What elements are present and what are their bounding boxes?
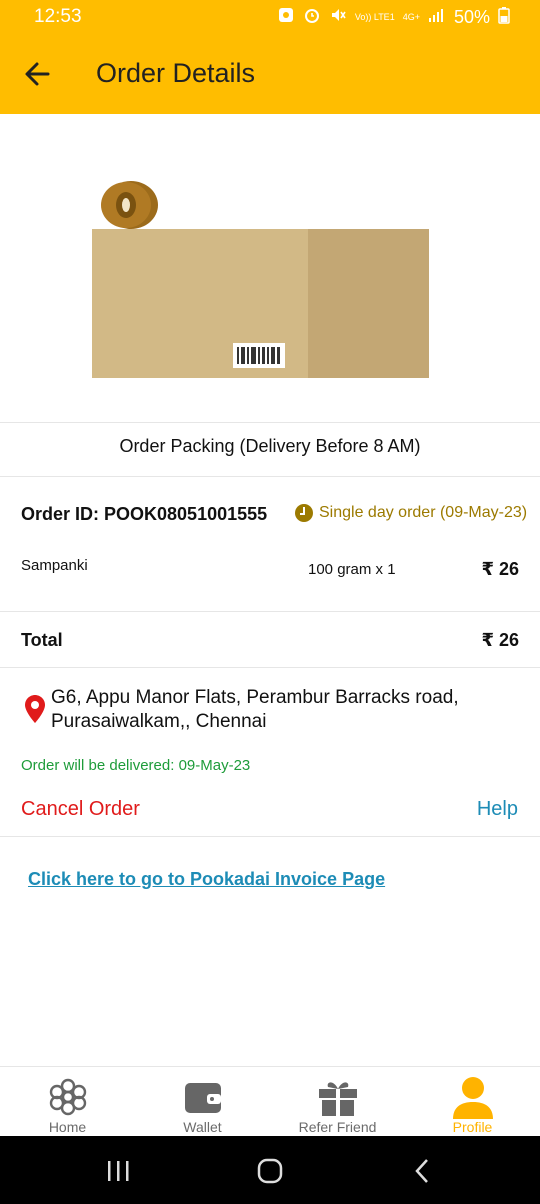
wallet-icon	[181, 1075, 225, 1119]
packing-status: Order Packing (Delivery Before 8 AM)	[119, 436, 421, 456]
nav-profile-label: Profile	[452, 1119, 493, 1135]
status-icons: Vo)) LTE1 4G+ 50%	[277, 6, 510, 29]
divider	[0, 476, 540, 477]
back-nav-icon[interactable]	[402, 1156, 442, 1186]
total-value: ₹ 26	[481, 630, 519, 650]
order-id: Order ID: POOK08051001555	[21, 504, 268, 524]
home-nav-icon[interactable]	[250, 1156, 290, 1186]
delivery-date: Order will be delivered: 09-May-23	[21, 757, 251, 774]
battery-icon	[498, 6, 510, 29]
nav-home-label: Home	[48, 1119, 87, 1135]
total-label: Total	[21, 630, 63, 650]
item-quantity: 100 gram x 1	[308, 561, 396, 578]
nav-wallet[interactable]: Wallet	[135, 1067, 270, 1136]
help-button[interactable]: Help	[477, 798, 518, 821]
schedule-text: Single day order (09-May-23)	[319, 504, 528, 521]
nav-wallet-label: Wallet	[183, 1119, 222, 1135]
network-type: 4G+	[402, 12, 420, 22]
nav-refer-label: Refer Friend	[298, 1119, 377, 1135]
location-pin-icon	[25, 695, 45, 723]
alarm-icon	[303, 6, 321, 29]
status-time: 12:53	[34, 6, 82, 27]
nav-home[interactable]: Home	[0, 1067, 135, 1136]
divider	[0, 422, 540, 423]
nav-refer-friend[interactable]: Refer Friend	[270, 1067, 405, 1136]
volte-label: Vo)) LTE1	[354, 12, 395, 22]
flower-icon	[46, 1075, 90, 1119]
page-title: Order Details	[96, 58, 256, 88]
cancel-order-button[interactable]: Cancel Order	[21, 798, 140, 821]
signal-icon	[428, 7, 446, 28]
item-name: Sampanki	[21, 557, 88, 574]
address-line-1: G6, Appu Manor Flats, Perambur Barracks …	[51, 687, 459, 708]
person-icon	[451, 1075, 495, 1119]
app-bar: Order Details	[0, 36, 540, 114]
divider	[0, 611, 540, 612]
nav-profile[interactable]: Profile	[405, 1067, 540, 1136]
recent-apps-icon[interactable]	[98, 1156, 138, 1186]
status-bar: 12:53 Vo)) LTE1 4G+ 50%	[0, 0, 540, 36]
arrow-left-icon[interactable]	[20, 56, 56, 92]
divider	[0, 667, 540, 668]
package-box-illustration	[0, 114, 540, 422]
item-price: ₹ 26	[481, 559, 519, 579]
notification-icon	[277, 6, 295, 29]
gift-icon	[316, 1075, 360, 1119]
address-line-2: Purasaiwalkam,, Chennai	[51, 711, 267, 732]
schedule-info: Single day order (09-May-23)	[295, 504, 527, 522]
system-navigation-bar	[0, 1136, 540, 1204]
battery-percent: 50%	[453, 7, 490, 27]
delivery-address: G6, Appu Manor Flats, Perambur Barracks …	[51, 686, 521, 734]
invoice-link[interactable]: Click here to go to Pookadai Invoice Pag…	[28, 869, 385, 890]
mute-icon	[329, 6, 347, 29]
bottom-navigation: Home Wallet Refer Friend Profile	[0, 1066, 540, 1136]
divider	[0, 836, 540, 837]
clock-icon	[295, 504, 313, 522]
